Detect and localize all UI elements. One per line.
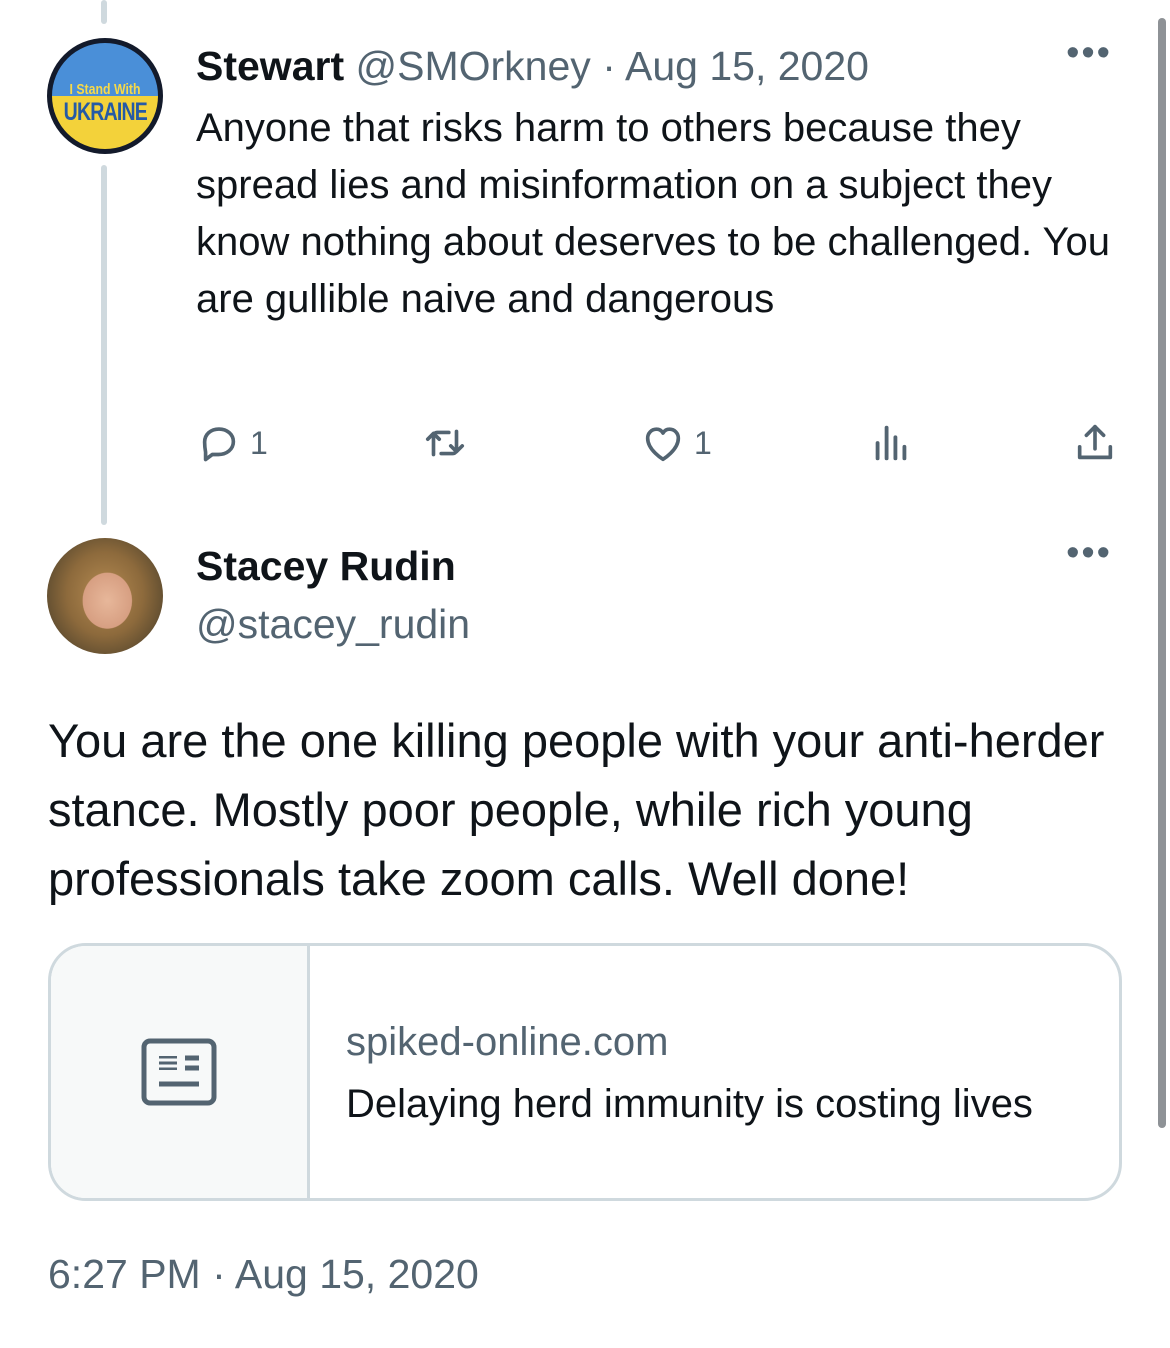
views-button[interactable] xyxy=(868,420,922,466)
tweet-actions: 1 1 xyxy=(196,420,1126,476)
retweet-button[interactable] xyxy=(422,420,476,466)
reply-tweet-header: Stewart @SMOrkney · Aug 15, 2020 xyxy=(196,40,869,92)
avatar-text-line2: UKRAINE xyxy=(63,98,148,126)
link-card-title: Delaying herd immunity is costing lives xyxy=(346,1082,1033,1126)
reply-count: 1 xyxy=(250,424,268,461)
link-card-domain: spiked-online.com xyxy=(346,1020,669,1064)
retweet-icon xyxy=(425,429,465,457)
link-card[interactable]: spiked-online.com Delaying herd immunity… xyxy=(48,943,1122,1201)
author-handle[interactable]: @SMOrkney xyxy=(356,43,591,89)
reply-icon xyxy=(202,427,236,462)
analytics-icon xyxy=(875,425,907,461)
author-name[interactable]: Stacey Rudin xyxy=(196,540,456,592)
avatar-text-line1: I Stand With xyxy=(69,81,141,98)
reply-button[interactable]: 1 xyxy=(196,420,268,466)
tweet-timestamp[interactable]: 6:27 PM · Aug 15, 2020 xyxy=(48,1248,479,1300)
heart-icon xyxy=(645,427,681,462)
like-button[interactable]: 1 xyxy=(640,420,712,466)
author-name[interactable]: Stewart xyxy=(196,43,344,89)
reply-tweet-text: Anyone that risks harm to others because… xyxy=(196,106,1111,321)
avatar-stacey-rudin[interactable] xyxy=(47,538,163,654)
avatar-stewart[interactable]: I Stand With UKRAINE xyxy=(47,38,163,154)
tweet-date[interactable]: Aug 15, 2020 xyxy=(625,43,869,89)
scrollbar[interactable] xyxy=(1158,18,1166,1128)
thread-line xyxy=(101,165,107,525)
thread-line-top xyxy=(101,0,107,24)
link-card-thumbnail xyxy=(51,946,310,1198)
more-icon[interactable]: ••• xyxy=(1066,532,1112,575)
share-button[interactable] xyxy=(1072,420,1118,466)
article-icon xyxy=(141,1038,217,1106)
author-handle[interactable]: @stacey_rudin xyxy=(196,598,470,650)
main-tweet-text: You are the one killing people with your… xyxy=(48,714,1105,905)
more-icon[interactable]: ••• xyxy=(1066,32,1112,75)
share-icon xyxy=(1077,424,1113,460)
like-count: 1 xyxy=(694,424,712,461)
separator: · xyxy=(602,43,616,89)
